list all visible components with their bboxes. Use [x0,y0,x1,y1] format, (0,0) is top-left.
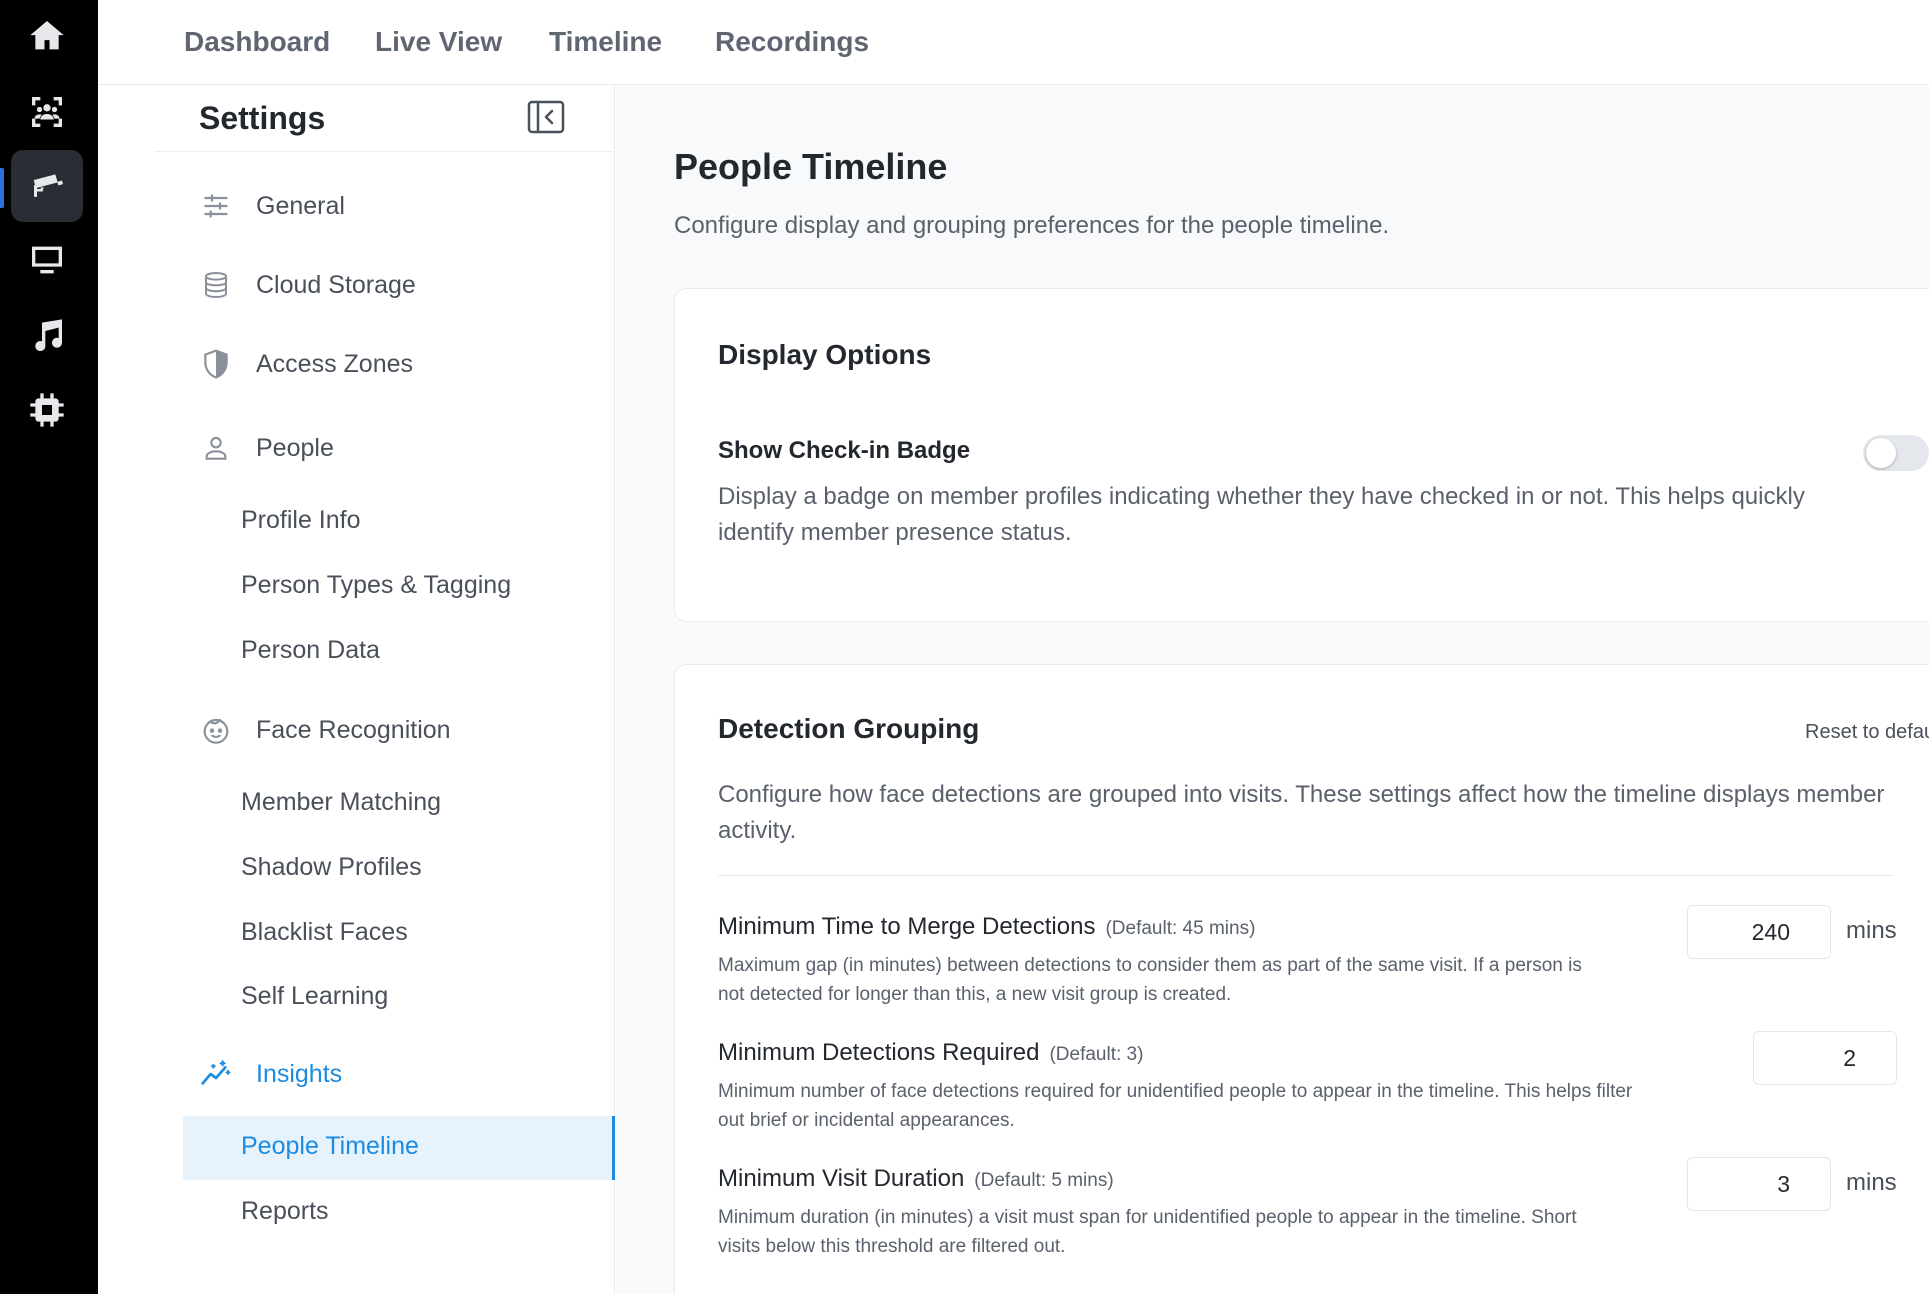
field-description: Minimum number of face detections requir… [718,1077,1632,1135]
settings-sidebar: Settings General Cloud Storage Access Zo… [155,86,615,1294]
people-scan-icon [32,97,62,127]
collapse-sidebar-icon[interactable] [527,100,565,134]
field-label-text: Minimum Visit Duration [718,1165,965,1192]
camera-icon [33,174,63,197]
page-subtitle: Configure display and grouping preferenc… [674,212,1390,239]
insights-sparkle-icon [199,1057,233,1091]
tab-recordings[interactable]: Recordings [715,26,869,58]
sidebar-item-label: Person Data [241,636,380,664]
tab-dashboard[interactable]: Dashboard [184,26,330,58]
tab-timeline[interactable]: Timeline [549,26,662,58]
face-icon [199,713,233,747]
field-description-line: Minimum duration (in minutes) a visit mu… [718,1207,1577,1228]
card-title: Display Options [718,339,932,370]
rail-active-indicator [0,168,4,208]
database-icon [199,268,233,302]
field-description-line: not detected for longer than this, a new… [718,984,1232,1005]
sidebar-item-people[interactable]: People [155,418,615,478]
field-default-hint: (Default: 3) [1049,1044,1144,1065]
home-button[interactable] [11,0,83,72]
tab-live-view[interactable]: Live View [375,26,502,58]
shield-icon [199,347,233,381]
music-icon [35,319,63,352]
min-visit-duration-field: Minimum Visit Duration (Default: 5 mins) … [718,1157,1898,1275]
toggle-knob [1866,438,1896,468]
monitor-button[interactable] [11,224,83,296]
page-title: People Timeline [674,146,948,187]
field-default-hint: (Default: 5 mins) [974,1170,1114,1191]
option-label: Show Check-in Badge [718,437,971,464]
field-label: Minimum Visit Duration (Default: 5 mins) [718,1165,1114,1193]
camera-button[interactable] [11,150,83,222]
chip-icon [30,393,64,427]
field-label-text: Minimum Time to Merge Detections [718,913,1096,940]
detection-grouping-card: Detection Grouping Reset to defaults Con… [674,664,1929,1294]
sidebar-item-cloud-storage[interactable]: Cloud Storage [155,255,615,315]
merge-time-input[interactable] [1687,905,1831,959]
sidebar-item-self-learning[interactable]: Self Learning [183,966,615,1030]
sidebar-item-face-recognition[interactable]: Face Recognition [155,700,615,760]
sidebar-item-label: Member Matching [241,788,442,816]
sidebar-item-person-data[interactable]: Person Data [183,620,615,684]
field-label: Minimum Time to Merge Detections (Default… [718,913,1255,941]
section-description: Configure how face detections are groupe… [718,781,1885,844]
field-label: Minimum Detections Required (Default: 3) [718,1039,1143,1067]
field-description-line: visits below this threshold are filtered… [718,1236,1066,1257]
field-label-text: Minimum Detections Required [718,1039,1040,1066]
field-description-line: out brief or incidental appearances. [718,1110,1015,1131]
min-detections-field: Minimum Detections Required (Default: 3) … [718,1031,1898,1149]
min-visit-duration-input[interactable] [1687,1157,1831,1211]
sidebar-item-label: Blacklist Faces [241,918,408,946]
field-description-line: Minimum number of face detections requir… [718,1081,1633,1102]
sidebar-item-profile-info[interactable]: Profile Info [183,490,615,554]
sidebar-item-label: Access Zones [256,349,414,378]
min-detections-input[interactable] [1753,1031,1897,1085]
merge-time-field: Minimum Time to Merge Detections (Default… [718,905,1898,1023]
sidebar-item-person-types-tagging[interactable]: Person Types & Tagging [183,555,615,619]
app-rail [0,0,98,1294]
chip-button[interactable] [11,374,83,446]
top-navigation: Dashboard Live View Timeline Recordings [98,0,1929,85]
person-icon [199,431,233,465]
sidebar-item-shadow-profiles[interactable]: Shadow Profiles [183,837,615,901]
sidebar-item-access-zones[interactable]: Access Zones [155,334,615,394]
unit-label: mins [1846,1169,1897,1196]
field-default-hint: (Default: 45 mins) [1105,918,1256,939]
sidebar-item-label: Cloud Storage [256,270,416,299]
sidebar-item-label: People [256,433,334,462]
sidebar-item-people-timeline[interactable]: People Timeline [183,1116,615,1180]
field-description: Minimum duration (in minutes) a visit mu… [718,1203,1577,1261]
sidebar-item-label: Profile Info [241,506,361,534]
field-description-line: Maximum gap (in minutes) between detecti… [718,955,1582,976]
sidebar-item-insights[interactable]: Insights [155,1044,615,1104]
monitor-icon [32,246,62,274]
sidebar-item-label: Face Recognition [256,715,451,744]
sidebar-item-label: Reports [241,1197,329,1225]
sidebar-title: Settings [199,100,326,136]
sidebar-item-label: Shadow Profiles [241,853,422,881]
field-description: Maximum gap (in minutes) between detecti… [718,951,1582,1009]
home-icon [30,21,64,50]
card-title: Detection Grouping [718,713,980,744]
sidebar-item-label: Person Types & Tagging [241,571,512,599]
people-scan-button[interactable] [11,76,83,148]
music-button[interactable] [11,300,83,372]
sidebar-header: Settings [155,86,615,152]
sidebar-item-label: General [256,191,345,220]
sidebar-item-general[interactable]: General [155,176,615,236]
sidebar-item-label: Insights [256,1059,343,1088]
sliders-icon [199,189,233,223]
option-description: Display a badge on member profiles indic… [718,483,1805,546]
divider [718,875,1893,876]
sidebar-item-blacklist-faces[interactable]: Blacklist Faces [183,902,615,966]
show-checkin-badge-toggle[interactable] [1863,435,1929,471]
sidebar-item-reports[interactable]: Reports [183,1181,615,1245]
unit-label: mins [1846,917,1897,944]
main-content: People Timeline Configure display and gr… [616,86,1929,1294]
reset-to-defaults-link[interactable]: Reset to defaults [1805,721,1929,744]
sidebar-item-label: Self Learning [241,982,389,1010]
sidebar-item-member-matching[interactable]: Member Matching [183,772,615,836]
sidebar-item-label: People Timeline [241,1132,419,1160]
display-options-card: Display Options Show Check-in Badge Disp… [674,288,1929,622]
